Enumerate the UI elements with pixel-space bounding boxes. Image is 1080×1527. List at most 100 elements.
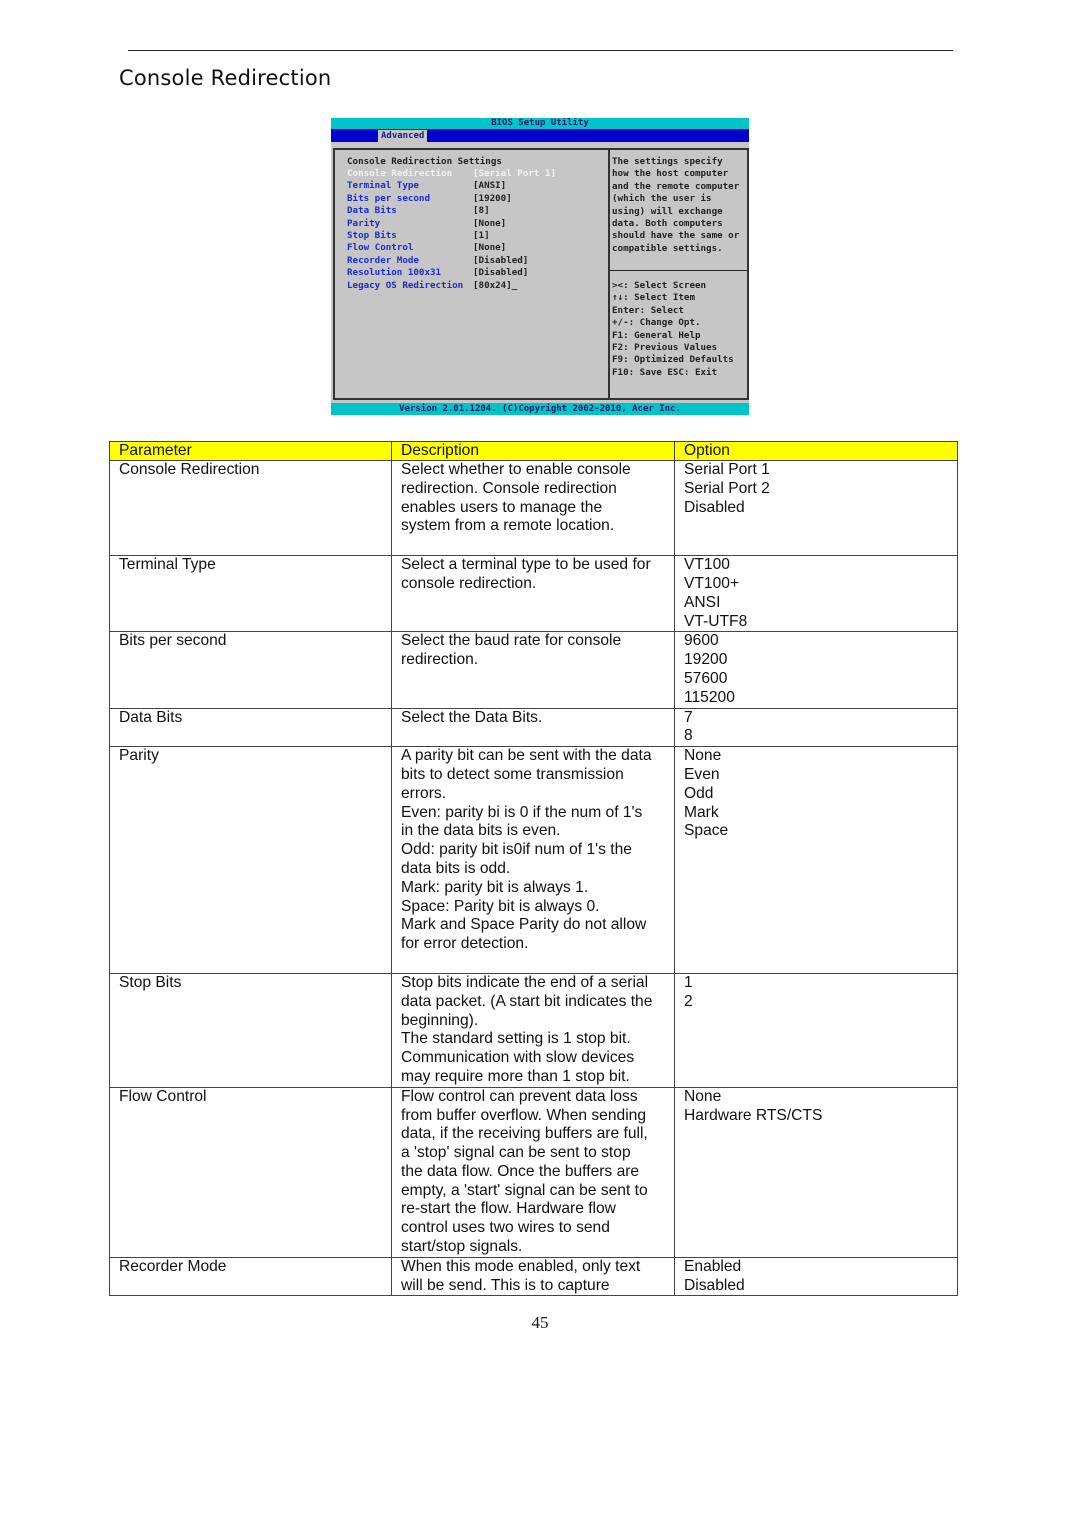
option-value: 9600: [684, 632, 719, 650]
description-line: bits to detect some transmission: [401, 765, 624, 783]
parameter-cell: Bits per second: [109, 631, 392, 709]
description-line: data packet. (A start bit indicates the: [401, 992, 653, 1010]
option-cell: None Even Odd Mark Space: [674, 746, 958, 974]
bios-setting-label: Flow Control: [347, 242, 414, 254]
bios-setting-label: Console Redirection: [347, 168, 453, 179]
bios-setting-item[interactable]: Legacy OS Redirection [80x24]_: [347, 280, 556, 292]
option-value: 8: [684, 727, 693, 745]
bios-setting-item[interactable]: Recorder Mode [Disabled]: [347, 255, 556, 267]
bios-setting-value[interactable]: [80x24]_: [473, 280, 517, 292]
description-line: Mark and Space Parity do not allow: [401, 916, 647, 934]
description-line: from buffer overflow. When sending: [401, 1106, 647, 1124]
option-value: Space: [684, 822, 729, 840]
option-cell: 12: [674, 972, 958, 1088]
bios-key-hint: ↑↓: Select Item: [612, 292, 695, 304]
description-cell: Select whether to enable console redirect…: [391, 459, 675, 557]
bios-setting-item[interactable]: Console Redirection [Serial Port 1]: [347, 168, 556, 180]
option-value: 57600: [684, 669, 728, 687]
option-value: None: [684, 1087, 722, 1105]
bios-menu-bar: Advanced: [331, 129, 749, 142]
bios-key-hint: F9: Optimized Defaults: [612, 354, 734, 366]
bios-setting-value[interactable]: [Disabled]: [473, 267, 528, 279]
bios-setting-item[interactable]: Resolution 100x31 [Disabled]: [347, 267, 556, 279]
header-option: Option: [674, 441, 958, 461]
bios-key-hint: +/-: Change Opt.: [612, 317, 701, 329]
description-line: redirection.: [401, 651, 479, 669]
bios-setting-item[interactable]: Stop Bits [1]: [347, 230, 556, 242]
option-value: 7: [684, 708, 693, 726]
description-line: Mark: parity bit is always 1.: [401, 878, 589, 896]
table-row: Parity A parity bit can be sent with the …: [109, 746, 958, 974]
description-line: system from a remote location.: [401, 517, 615, 535]
description-cell: Select the Data Bits.: [391, 707, 675, 748]
bios-setting-item[interactable]: Data Bits [8]: [347, 205, 556, 217]
description-line: Select the baud rate for console: [401, 632, 622, 650]
description-line: Select a terminal type to be used for: [401, 556, 651, 574]
description-cell: A parity bit can be sent with the data bi…: [391, 746, 675, 974]
bios-setting-item[interactable]: Parity [None]: [347, 218, 556, 230]
bios-setting-item[interactable]: Flow Control [None]: [347, 242, 556, 254]
bios-setting-value[interactable]: [Disabled]: [473, 255, 528, 267]
bios-setting-label: Bits per second: [347, 192, 430, 204]
bios-setting-label: Parity: [347, 217, 381, 229]
description-cell: Flow control can prevent data loss from b…: [391, 1086, 675, 1258]
parameter-table: Parameter Description Option Console Red…: [109, 441, 958, 1297]
option-value: Serial Port 2: [684, 479, 770, 497]
description-line: Communication with slow devices: [401, 1049, 635, 1067]
bios-key-hint: F1: General Help: [612, 329, 701, 341]
header-description: Description: [391, 441, 675, 461]
bios-setting-label: Recorder Mode: [347, 254, 419, 266]
bios-setting-value[interactable]: [Serial Port 1]: [473, 168, 556, 180]
bios-help-panel: The settings specify how the host comput…: [608, 148, 749, 400]
description-line: enables users to manage the: [401, 498, 603, 516]
table-row: Bits per second Select the baud rate for …: [109, 631, 958, 709]
option-value: ANSI: [684, 593, 721, 611]
bios-setting-value[interactable]: [ANSI]: [473, 180, 506, 192]
description-line: data, if the receiving buffers are full,: [401, 1125, 648, 1143]
bios-setting-item[interactable]: Terminal Type [ANSI]: [347, 180, 556, 192]
option-value: 1: [684, 973, 693, 991]
bios-setting-value[interactable]: [None]: [473, 218, 506, 230]
parameter-cell: Flow Control: [109, 1086, 392, 1258]
bios-key-hint: F10: Save ESC: Exit: [612, 366, 718, 378]
table-row: Stop Bits Stop bits indicate the end of a…: [109, 972, 958, 1088]
option-cell: 78: [674, 707, 958, 748]
bios-setting-label: Stop Bits: [347, 229, 397, 241]
bios-tab-advanced[interactable]: Advanced: [378, 130, 428, 142]
bios-settings-list: Console Redirection [Serial Port 1] Termin…: [347, 168, 556, 292]
bios-setting-value[interactable]: [1]: [473, 230, 490, 242]
bios-setting-value[interactable]: [8]: [473, 205, 490, 217]
option-cell: Serial Port 1 Serial Port 2 Disabled: [674, 459, 958, 557]
option-cell: None Hardware RTS/CTS: [674, 1086, 958, 1258]
description-line: data bits is odd.: [401, 859, 511, 877]
description-line: When this mode enabled, only text: [401, 1257, 641, 1275]
bios-setting-label: Terminal Type: [347, 180, 419, 192]
description-line: may require more than 1 stop bit.: [401, 1067, 630, 1085]
option-value: 115200: [684, 688, 735, 706]
option-value: VT-UTF8: [684, 612, 748, 630]
parameter-cell: Recorder Mode: [109, 1256, 392, 1297]
option-cell: VT100 VT100+ ANSI VT-UTF8: [674, 555, 958, 633]
option-value: Mark: [684, 803, 719, 821]
header-parameter: Parameter: [109, 441, 392, 461]
description-line: in the data bits is even.: [401, 822, 561, 840]
description-line: Flow control can prevent data loss: [401, 1087, 638, 1105]
bios-footer: Version 2.01.1204. (C)Copyright 2002-201…: [331, 403, 749, 415]
bios-setting-value[interactable]: [19200]: [473, 193, 512, 205]
bios-key-hint: Enter: Select: [612, 304, 684, 316]
bios-settings-panel: Console Redirection Settings Console Red…: [333, 148, 610, 400]
description-line: empty, a 'start' signal can be sent to: [401, 1181, 648, 1199]
description-cell: Select the baud rate for console redirect…: [391, 631, 675, 709]
option-value: Hardware RTS/CTS: [684, 1106, 823, 1124]
description-line: the data flow. Once the buffers are: [401, 1162, 640, 1180]
table-row: Terminal Type Select a terminal type to b…: [109, 555, 958, 633]
bios-setting-item[interactable]: Bits per second [19200]: [347, 193, 556, 205]
description-line: redirection. Console redirection: [401, 479, 617, 497]
option-value: None: [684, 747, 722, 765]
option-value: Serial Port 1: [684, 461, 770, 478]
bios-setting-value[interactable]: [None]: [473, 242, 506, 254]
option-value: VT100+: [684, 574, 740, 592]
description-line: The standard setting is 1 stop bit.: [401, 1030, 631, 1048]
table-row: Flow Control Flow control can prevent dat…: [109, 1086, 958, 1258]
bios-help-divider: [610, 270, 747, 271]
